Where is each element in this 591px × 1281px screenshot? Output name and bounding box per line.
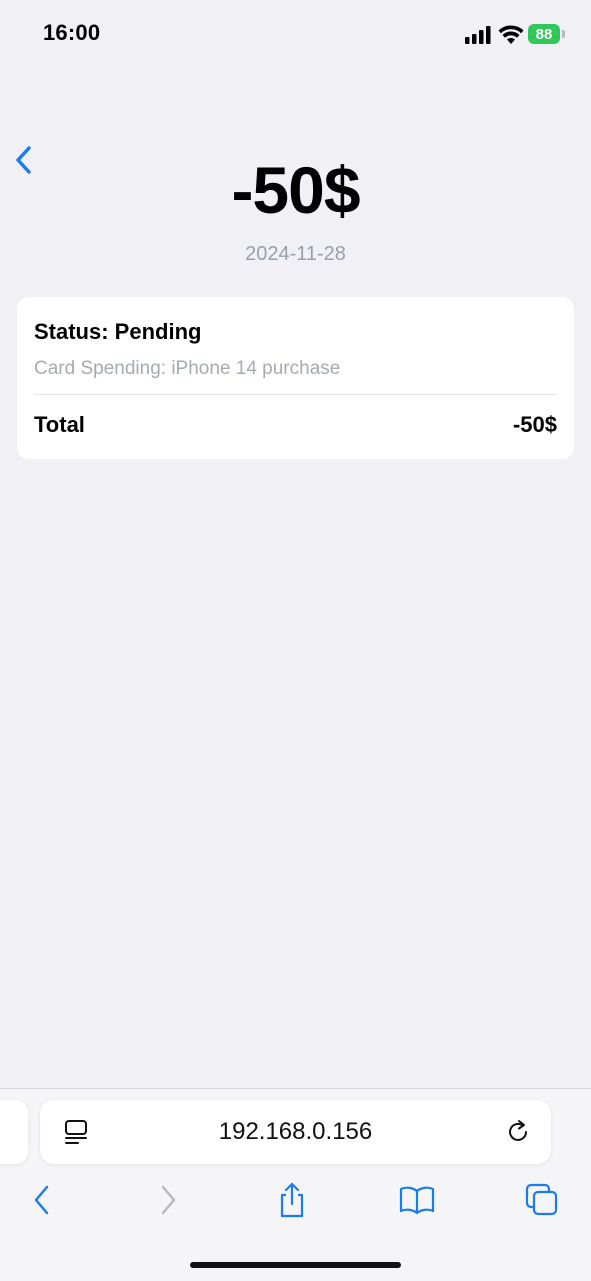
status-icons: 88 [465,24,575,48]
previous-tab-peek[interactable] [0,1100,28,1164]
signal-icon [465,26,491,44]
transaction-description: Card Spending: iPhone 14 purchase [34,358,341,379]
back-icon [34,1185,49,1215]
wifi-icon [498,25,524,44]
total-label: Total [34,412,85,437]
transaction-details-card: Status: Pending Card Spending: iPhone 14… [17,297,574,459]
reload-icon[interactable] [505,1118,533,1146]
browser-forward-button[interactable] [149,1180,189,1220]
share-button[interactable] [272,1180,312,1220]
bookmarks-button[interactable] [397,1180,437,1220]
tabs-icon [525,1183,558,1216]
home-indicator [190,1262,401,1268]
status-time: 16:00 [43,20,101,45]
battery-level: 88 [535,25,553,43]
battery-icon: 88 [528,24,560,44]
address-bar[interactable]: 192.168.0.156 [40,1100,551,1164]
bookmarks-icon [399,1186,435,1215]
tabs-button[interactable] [522,1180,562,1220]
forward-icon [161,1185,176,1215]
browser-back-button[interactable] [21,1180,61,1220]
divider [34,394,557,395]
transaction-date: 2024-11-28 [245,243,346,265]
transaction-amount: -50$ [231,153,360,227]
url-text[interactable]: 192.168.0.156 [40,1118,551,1146]
total-value: -50$ [512,412,557,437]
share-icon [280,1182,304,1218]
status-label: Status: Pending [34,319,202,344]
battery-cap [562,30,565,38]
